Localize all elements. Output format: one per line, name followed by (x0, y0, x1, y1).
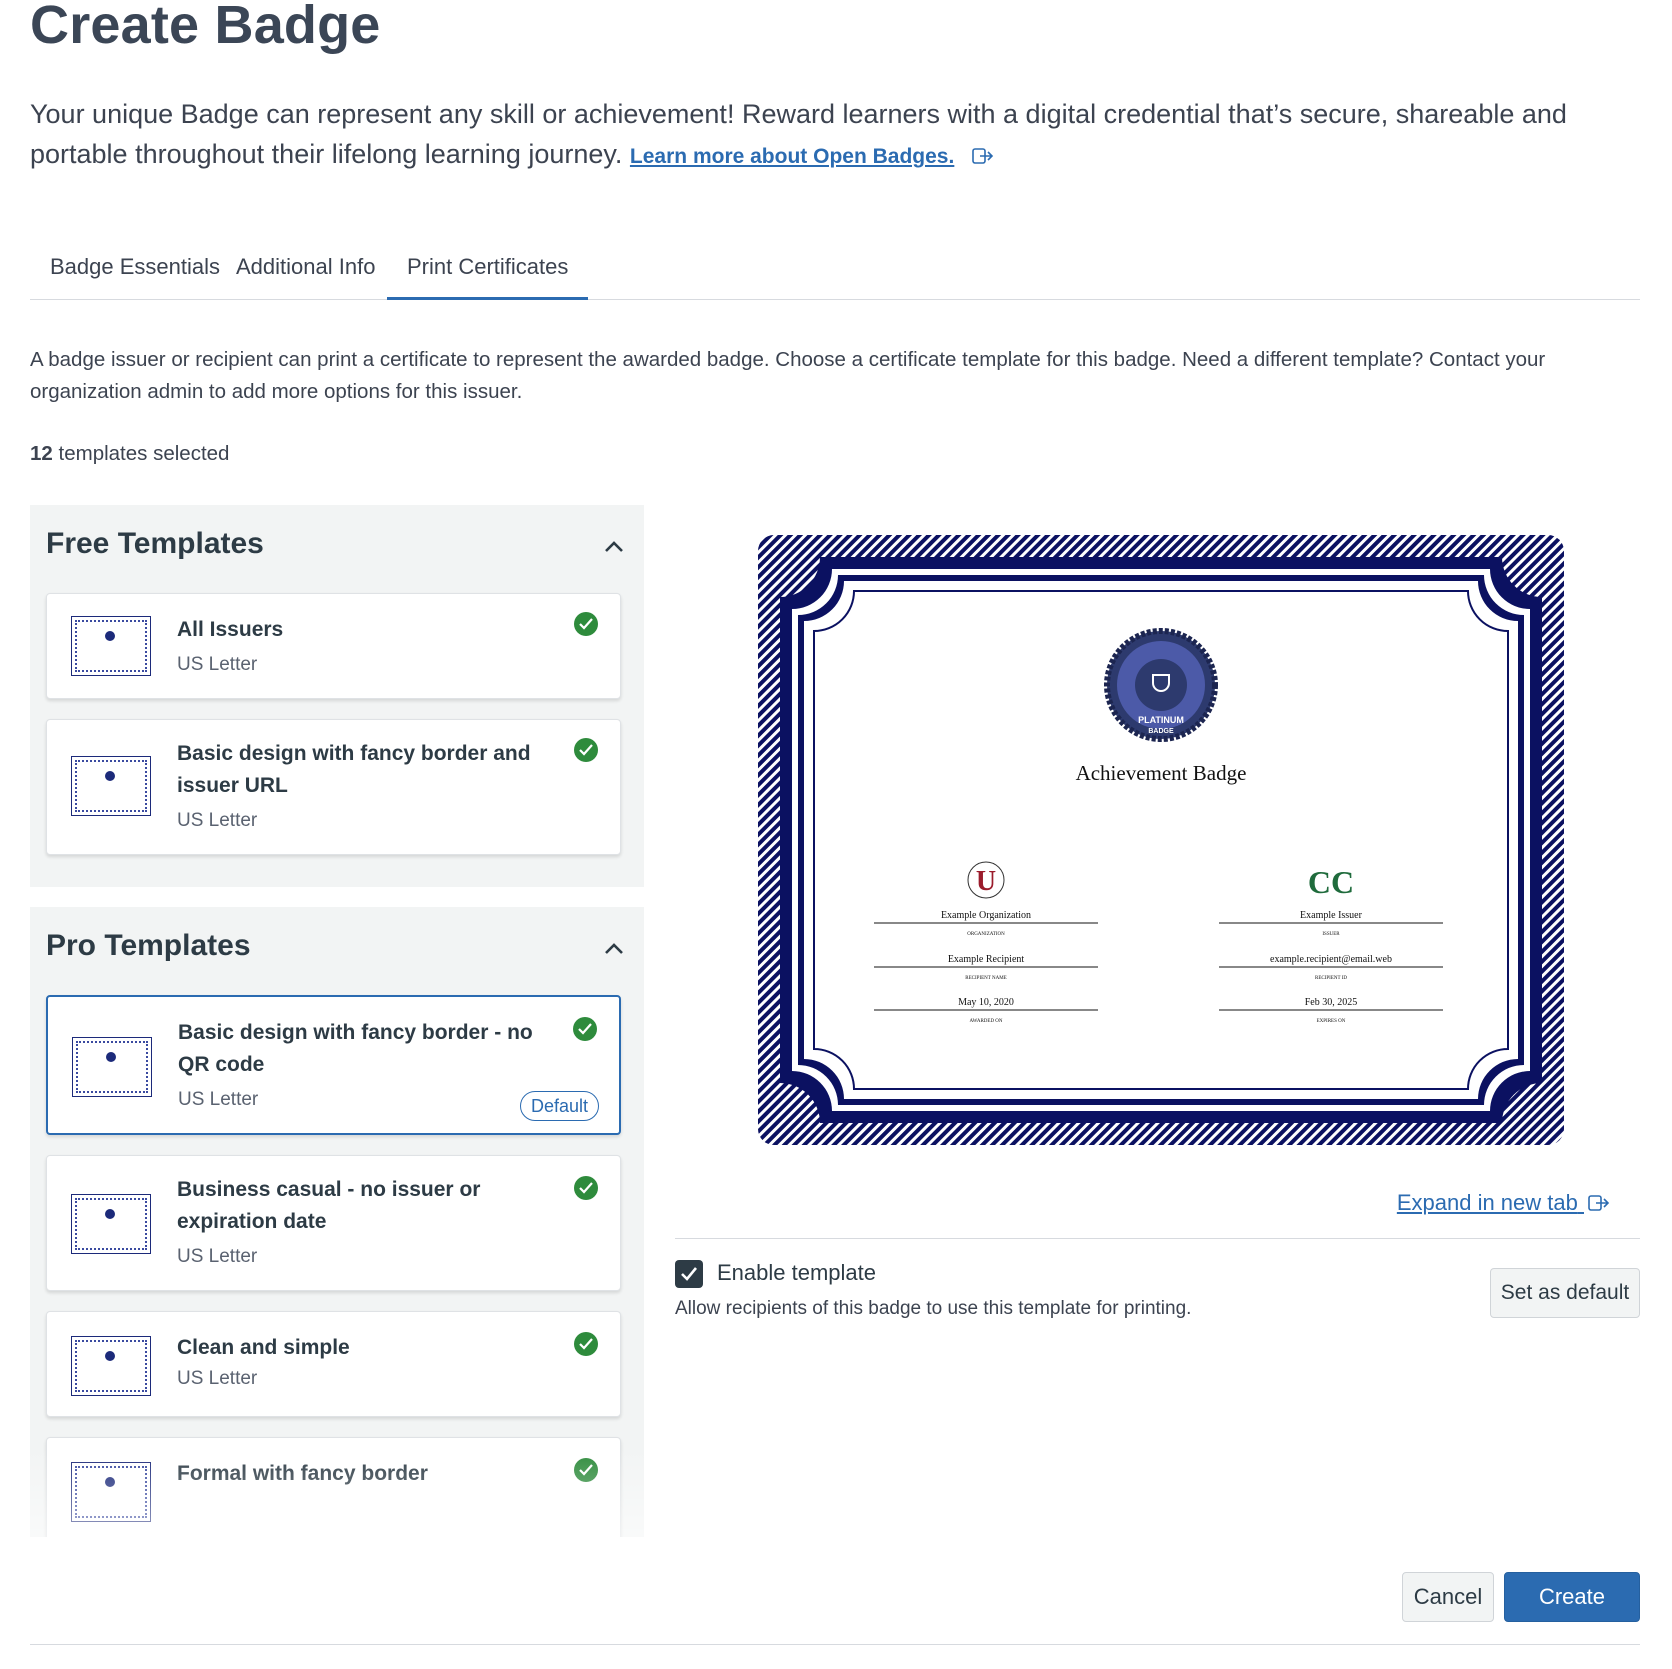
free-templates-group: Free Templates All Issuers US Letter Bas… (30, 505, 644, 887)
expand-in-new-tab-link[interactable]: Expand in new tab (1397, 1190, 1610, 1216)
cert-issuer-name: Example Issuer (1300, 910, 1363, 921)
tab-bar: Badge Essentials Additional Info Print C… (30, 240, 1640, 300)
template-card-basic-fancy-no-qr[interactable]: Basic design with fancy border - no QR c… (46, 995, 621, 1135)
template-list-panel: Free Templates All Issuers US Letter Bas… (30, 505, 644, 1537)
set-as-default-button[interactable]: Set as default (1490, 1268, 1640, 1318)
template-size: US Letter (177, 810, 258, 831)
template-title: Clean and simple (177, 1336, 350, 1359)
template-thumbnail (71, 1336, 151, 1396)
template-card-basic-fancy-issuer-url[interactable]: Basic design with fancy border and issue… (46, 719, 621, 855)
cert-expires-on: Feb 30, 2025 (1305, 997, 1358, 1008)
svg-text:U: U (976, 866, 996, 897)
organization-logo: U (967, 861, 1005, 899)
preview-divider (675, 1238, 1640, 1239)
certificate-badge-name: Achievement Badge (1076, 761, 1247, 785)
template-thumbnail (71, 756, 151, 816)
enable-template-help: Allow recipients of this badge to use th… (675, 1298, 1192, 1319)
cert-issuer-caption: ISSUER (1322, 932, 1340, 937)
tab-additional-info[interactable]: Additional Info (236, 240, 375, 300)
pro-templates-group: Pro Templates Basic design with fancy bo… (30, 907, 644, 1537)
footer-divider (30, 1644, 1640, 1645)
cert-recipient-caption: RECIPIENT NAME (965, 976, 1006, 981)
cert-awarded-on: May 10, 2020 (958, 997, 1014, 1008)
template-size: US Letter (177, 654, 258, 675)
chevron-up-icon[interactable] (602, 535, 626, 559)
platinum-badge-icon: PLATINUM BADGE (1104, 628, 1218, 742)
check-circle-icon (574, 612, 598, 636)
svg-text:CC: CC (1308, 864, 1354, 900)
cancel-button[interactable]: Cancel (1402, 1572, 1494, 1622)
create-badge-button[interactable]: Create Badge (1504, 1572, 1640, 1657)
badge-level-text: PLATINUM (1138, 715, 1184, 725)
template-title: Business casual - no issuer or expiratio… (177, 1178, 481, 1233)
cert-org-name: Example Organization (941, 910, 1031, 921)
pro-templates-heading: Pro Templates (46, 929, 251, 962)
badge-word-text: BADGE (1148, 728, 1174, 735)
template-card-formal-fancy[interactable]: Formal with fancy border (46, 1437, 621, 1537)
template-title: Basic design with fancy border and issue… (177, 742, 531, 797)
cert-recipient-id: example.recipient@email.web (1270, 954, 1392, 965)
check-circle-icon (574, 738, 598, 762)
intro-text: Your unique Badge can represent any skil… (30, 94, 1590, 177)
template-thumbnail (71, 616, 151, 676)
cert-recipient-id-caption: RECIPIENT ID (1315, 976, 1347, 981)
cert-recipient-name: Example Recipient (948, 954, 1025, 965)
checkmark-icon (681, 1267, 698, 1281)
template-title: All Issuers (177, 618, 284, 641)
check-circle-icon (574, 1458, 598, 1482)
template-card-business-casual[interactable]: Business casual - no issuer or expiratio… (46, 1155, 621, 1291)
template-card-clean-simple[interactable]: Clean and simple US Letter (46, 1311, 621, 1417)
check-circle-icon (574, 1176, 598, 1200)
external-link-icon (1588, 1195, 1610, 1211)
templates-selected-count: 12 templates selected (30, 442, 230, 465)
template-title: Basic design with fancy border - no QR c… (178, 1021, 533, 1076)
page-title: Create Badge (30, 0, 381, 55)
tab-badge-essentials[interactable]: Badge Essentials (50, 240, 220, 300)
template-title: Formal with fancy border (177, 1462, 428, 1485)
default-badge: Default (519, 1091, 599, 1121)
issuer-logo: CC (1308, 864, 1354, 900)
tab-print-certificates[interactable]: Print Certificates (387, 240, 589, 300)
check-circle-icon (573, 1017, 597, 1041)
template-thumbnail (71, 1194, 151, 1254)
cert-expires-caption: EXPIRES ON (1317, 1019, 1346, 1024)
template-size: US Letter (177, 1246, 258, 1267)
enable-template-checkbox[interactable] (675, 1260, 703, 1288)
cert-awarded-caption: AWARDED ON (969, 1019, 1002, 1024)
template-card-all-issuers[interactable]: All Issuers US Letter (46, 593, 621, 699)
enable-template-label: Enable template (717, 1260, 876, 1285)
cert-org-caption: ORGANIZATION (967, 932, 1005, 937)
certificate-preview: PLATINUM BADGE Achievement Badge U CC Ex… (758, 535, 1564, 1145)
print-description: A badge issuer or recipient can print a … (30, 348, 1546, 403)
template-thumbnail (71, 1462, 151, 1522)
chevron-up-icon[interactable] (602, 937, 626, 961)
check-circle-icon (574, 1332, 598, 1356)
free-templates-heading: Free Templates (46, 527, 264, 560)
external-link-icon (972, 148, 993, 164)
template-thumbnail (72, 1037, 152, 1097)
open-badges-link[interactable]: Learn more about Open Badges. (630, 145, 954, 168)
template-size: US Letter (177, 1368, 258, 1389)
template-size: US Letter (178, 1089, 259, 1110)
